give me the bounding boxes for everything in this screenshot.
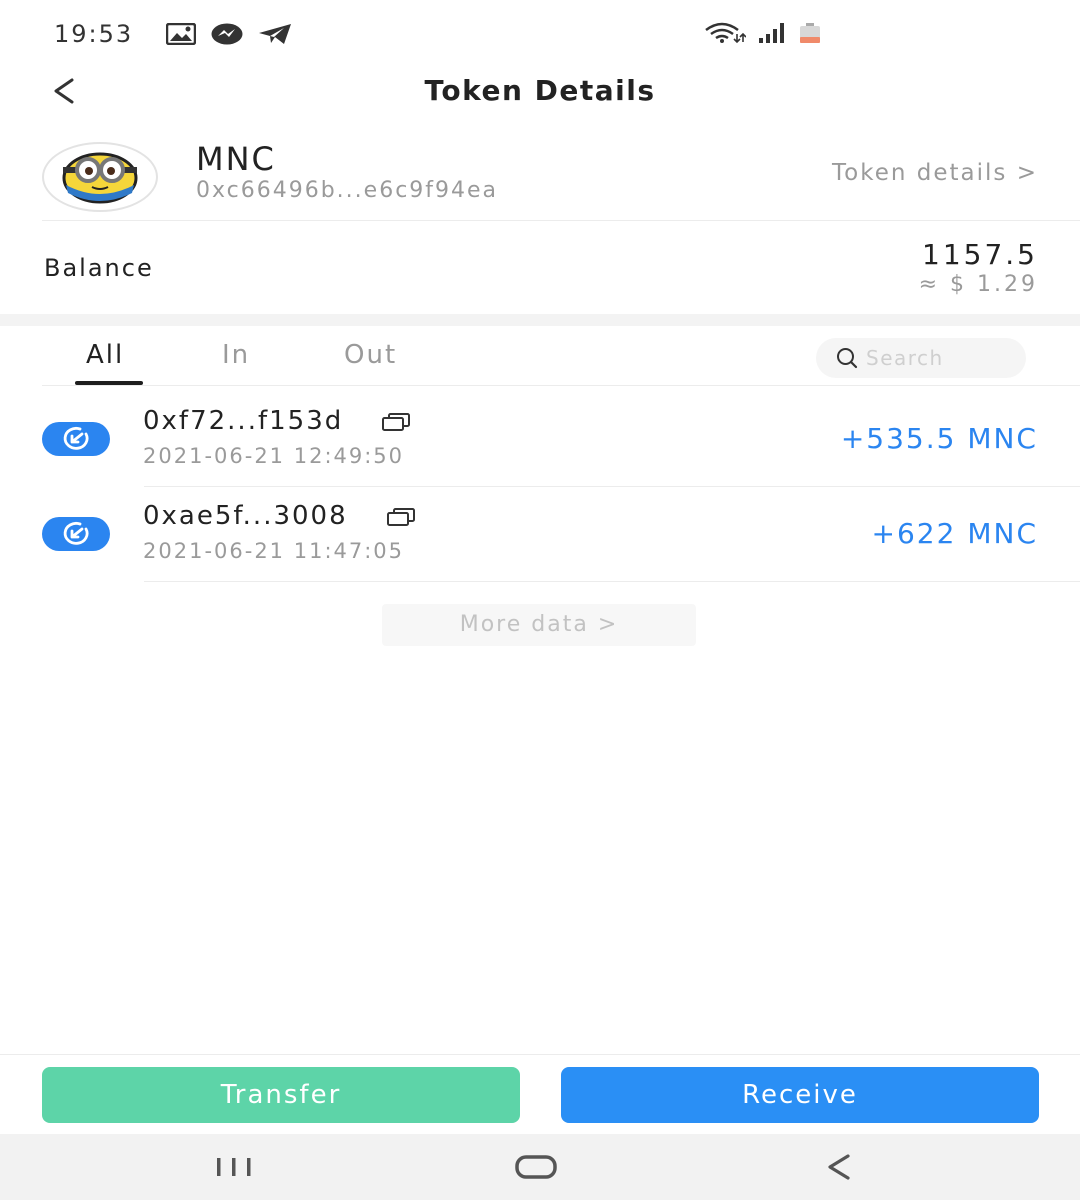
- incoming-transfer-icon: [42, 517, 110, 551]
- token-avatar: [42, 142, 158, 212]
- signal-icon: [759, 23, 784, 43]
- tab-active-indicator: [75, 381, 143, 385]
- wifi-icon: [705, 22, 746, 44]
- transfer-button[interactable]: Transfer: [42, 1067, 520, 1123]
- tab-in[interactable]: In: [222, 340, 250, 370]
- telegram-icon: [259, 24, 291, 44]
- header: Token Details: [0, 64, 1080, 120]
- back-icon[interactable]: [824, 1152, 854, 1182]
- transaction-address: 0xf72...f153d: [143, 406, 344, 436]
- transaction-row[interactable]: 0xae5f...3008 2021-06-21 11:47:05 +622 M…: [0, 487, 1080, 582]
- incoming-transfer-icon: [42, 422, 110, 456]
- bottom-action-bar: Transfer Receive: [0, 1054, 1080, 1134]
- search-box[interactable]: [816, 338, 1026, 378]
- home-icon[interactable]: [514, 1152, 558, 1182]
- divider: [42, 220, 1080, 221]
- token-details-link[interactable]: Token details >: [832, 160, 1038, 186]
- token-info: MNC 0xc66496b...e6c9f94ea Token details …: [0, 130, 1080, 222]
- search-icon: [837, 348, 858, 369]
- page-title: Token Details: [424, 74, 656, 107]
- image-icon: [166, 23, 196, 45]
- token-symbol: MNC: [196, 140, 276, 178]
- messenger-icon: [211, 23, 243, 45]
- transaction-row[interactable]: 0xf72...f153d 2021-06-21 12:49:50 +535.5…: [0, 392, 1080, 487]
- transaction-address: 0xae5f...3008: [143, 501, 348, 531]
- tab-all[interactable]: All: [86, 340, 124, 370]
- recent-apps-icon[interactable]: [214, 1152, 254, 1182]
- transaction-amount: +535.5 MNC: [840, 422, 1038, 455]
- status-bar: 19:53: [0, 0, 1080, 64]
- balance-fiat-value: ≈ $ 1.29: [918, 272, 1038, 297]
- transaction-time: 2021-06-21 11:47:05: [143, 539, 405, 563]
- copy-icon[interactable]: [381, 412, 411, 432]
- battery-icon: [800, 23, 820, 43]
- balance-amount: 1157.5: [922, 238, 1038, 271]
- transaction-tabs: All In Out: [42, 326, 1080, 386]
- transaction-time: 2021-06-21 12:49:50: [143, 444, 405, 468]
- tab-out[interactable]: Out: [344, 340, 397, 370]
- notification-icons: [166, 22, 292, 46]
- transaction-list: 0xf72...f153d 2021-06-21 12:49:50 +535.5…: [0, 392, 1080, 582]
- system-icons: [704, 22, 822, 44]
- minion-logo-icon: [62, 152, 138, 204]
- more-data-button[interactable]: More data >: [382, 604, 696, 646]
- token-address: 0xc66496b...e6c9f94ea: [196, 178, 499, 203]
- token-details-screen: 19:53 Token Details MNC 0xc66496b...e6c9…: [0, 0, 1080, 1200]
- search-input[interactable]: [866, 338, 1016, 378]
- balance-label: Balance: [44, 254, 154, 282]
- status-time: 19:53: [54, 20, 134, 48]
- receive-button[interactable]: Receive: [561, 1067, 1039, 1123]
- system-nav-bar: [0, 1134, 1080, 1200]
- section-divider: [0, 314, 1080, 326]
- transaction-amount: +622 MNC: [871, 517, 1038, 550]
- copy-icon[interactable]: [386, 507, 416, 527]
